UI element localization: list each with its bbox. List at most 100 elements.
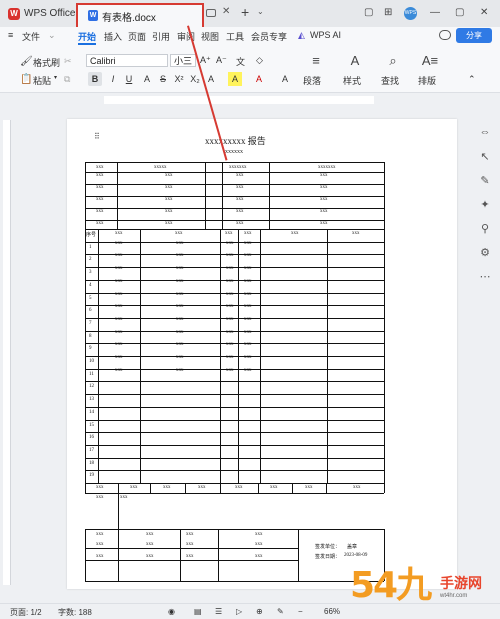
data-cell[interactable]: xxx [115, 317, 123, 322]
info-cell[interactable]: xxx [165, 221, 173, 226]
menu-view[interactable]: 视图 [201, 30, 219, 43]
menu-reference[interactable]: 引用 [152, 30, 170, 43]
sign-cell[interactable]: xxx [255, 554, 263, 559]
row-number[interactable]: 14 [89, 410, 94, 415]
column-header[interactable]: xxx [225, 231, 233, 236]
row-number[interactable]: 13 [89, 397, 94, 402]
font-size-select[interactable]: 小三 [170, 54, 196, 67]
paste-chevron-icon[interactable]: ▾ [54, 74, 57, 81]
data-cell[interactable]: xxx [115, 279, 123, 284]
data-cell[interactable]: xxx [226, 241, 234, 246]
eye-icon[interactable]: ◉ [168, 607, 175, 616]
footer-cell[interactable]: xxx [353, 485, 361, 490]
data-cell[interactable]: xxx [244, 355, 252, 360]
paragraph-icon[interactable]: ≡ [307, 53, 325, 69]
info-cell[interactable]: xxx [165, 209, 173, 214]
data-cell[interactable]: xxx [226, 253, 234, 258]
data-cell[interactable]: xxx [226, 317, 234, 322]
drag-handle-icon[interactable]: ⠿ [94, 132, 100, 141]
menu-home[interactable]: 开始 [78, 30, 96, 43]
find-icon[interactable]: ⌕ [384, 53, 402, 69]
sign-cell[interactable]: xxx [96, 554, 104, 559]
info-cell[interactable]: xxx [320, 197, 328, 202]
info-cell[interactable]: xxx [165, 197, 173, 202]
cloud-sync-icon[interactable] [439, 30, 451, 40]
menu-wps-ai[interactable]: WPS AI [310, 30, 341, 40]
grow-font-icon[interactable]: A⁺ [200, 55, 211, 66]
data-cell[interactable]: xxx [226, 355, 234, 360]
document-title[interactable]: xxxxxxxxx 报告 [205, 134, 266, 147]
row-number[interactable]: 12 [89, 384, 94, 389]
column-header[interactable]: xxx [352, 231, 360, 236]
superscript-button[interactable]: X² [172, 72, 186, 86]
tab-title[interactable]: 有表格.docx [102, 9, 156, 24]
emphasis-button[interactable]: A [140, 72, 154, 86]
info-cell[interactable]: xxx [165, 185, 173, 190]
data-cell[interactable]: xxx [176, 342, 184, 347]
row-number[interactable]: 18 [89, 461, 94, 466]
menu-file[interactable]: 文件 [22, 30, 40, 43]
info-cell[interactable]: xxx [320, 221, 328, 226]
new-tab-button[interactable]: + [241, 4, 249, 20]
share-button[interactable]: 分享 [456, 28, 492, 43]
data-cell[interactable]: xxx [176, 304, 184, 309]
minimize-icon[interactable]: — [430, 7, 440, 18]
text-effect-button[interactable]: A [204, 72, 218, 86]
data-cell[interactable]: xxx [244, 279, 252, 284]
data-cell[interactable]: xxx [115, 241, 123, 246]
data-cell[interactable]: xxx [244, 342, 252, 347]
data-cell[interactable]: xxx [244, 241, 252, 246]
footer-cell[interactable]: xxx [96, 495, 104, 500]
format-painter-button[interactable]: 格式刷 [33, 56, 60, 69]
settings-icon[interactable]: ⚙ [478, 246, 492, 260]
data-cell[interactable]: xxx [226, 330, 234, 335]
data-cell[interactable]: xxx [115, 292, 123, 297]
arrange-button[interactable]: 排版 [418, 74, 436, 87]
column-header[interactable]: 序号 [86, 231, 96, 238]
arrange-icon[interactable]: A≡ [421, 53, 439, 69]
footer-cell[interactable]: xxx [163, 485, 171, 490]
char-border-button[interactable]: A [278, 72, 292, 86]
footer-cell[interactable]: xxx [130, 485, 138, 490]
avatar[interactable]: WPS [404, 7, 417, 20]
info-cell[interactable]: xxx [320, 173, 328, 178]
sign-cell[interactable]: xxx [146, 542, 154, 547]
row-number[interactable]: 2 [89, 257, 92, 262]
style-button[interactable]: 样式 [343, 74, 361, 87]
info-cell[interactable]: xxx [96, 173, 104, 178]
data-cell[interactable]: xxx [226, 368, 234, 373]
maximize-icon[interactable]: ▢ [455, 7, 464, 18]
data-cell[interactable]: xxx [176, 266, 184, 271]
data-cell[interactable]: xxx [176, 241, 184, 246]
sign-cell[interactable]: xxx [186, 542, 194, 547]
footer-cell[interactable]: xxx [305, 485, 313, 490]
info-cell[interactable]: xxx [96, 185, 104, 190]
grid-icon[interactable]: ⊞ [384, 7, 392, 18]
footer-cell[interactable]: xxx [198, 485, 206, 490]
sign-date-label[interactable]: 签发日期： [315, 553, 340, 560]
web-view-icon[interactable]: ⊕ [256, 607, 263, 616]
data-cell[interactable]: xxx [244, 266, 252, 271]
close-tab-icon[interactable]: ✕ [222, 6, 230, 17]
data-cell[interactable]: xxx [115, 368, 123, 373]
phonetic-icon[interactable]: 文 [236, 55, 245, 68]
column-header[interactable]: xxx [291, 231, 299, 236]
sign-cell[interactable]: xxx [255, 532, 263, 537]
bookmark-icon[interactable]: ⚲ [478, 222, 492, 236]
paste-button[interactable]: 粘贴 [33, 74, 51, 87]
word-count[interactable]: 字数: 188 [58, 607, 92, 618]
collapse-ribbon-icon[interactable]: ⌃ [468, 74, 476, 85]
shrink-font-icon[interactable]: A⁻ [216, 55, 227, 66]
bold-button[interactable]: B [88, 72, 102, 86]
info-cell[interactable]: xxx [236, 221, 244, 226]
restore-icon[interactable]: ▢ [364, 7, 373, 18]
document-subtitle[interactable]: xxxxxx [225, 149, 243, 155]
footer-cell[interactable]: xxx [120, 495, 128, 500]
data-cell[interactable]: xxx [244, 304, 252, 309]
format-painter-icon[interactable]: 🖌 [20, 56, 33, 67]
row-number[interactable]: 1 [89, 245, 92, 250]
pen-icon[interactable]: ✎ [277, 607, 284, 616]
data-cell[interactable]: xxx [244, 292, 252, 297]
data-cell[interactable]: xxx [176, 355, 184, 360]
window-mode-icon[interactable] [206, 9, 216, 17]
